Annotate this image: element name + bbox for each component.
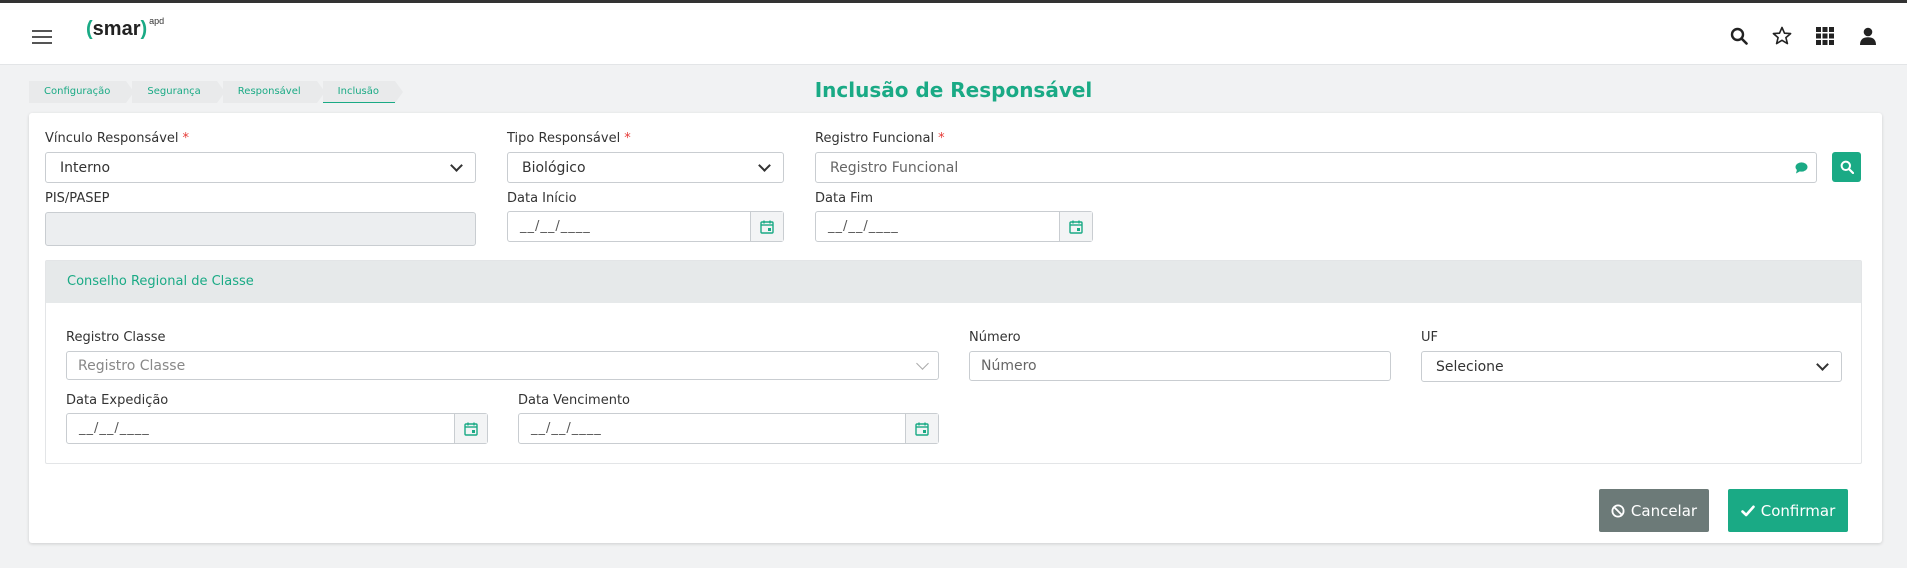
logo[interactable]: (smar) apd [86, 16, 164, 41]
registro-funcional-label: Registro Funcional * [815, 131, 945, 146]
pis-input [45, 212, 476, 246]
tipo-select[interactable]: Biológico [507, 152, 784, 183]
cancel-button[interactable]: Cancelar [1599, 489, 1709, 532]
vinculo-select[interactable]: Interno [45, 152, 476, 183]
conselho-section-title: Conselho Regional de Classe [46, 261, 1861, 303]
registro-funcional-input[interactable]: Registro Funcional [815, 152, 1817, 183]
data-vencimento-input[interactable]: __/__/____ [518, 413, 939, 444]
user-icon[interactable] [1857, 25, 1879, 47]
data-fim-input[interactable]: __/__/____ [815, 211, 1093, 242]
data-inicio-input[interactable]: __/__/____ [507, 211, 784, 242]
calendar-icon[interactable] [1059, 212, 1092, 241]
calendar-icon[interactable] [454, 414, 487, 443]
ban-icon [1611, 504, 1625, 517]
search-icon [1840, 160, 1854, 174]
calendar-icon[interactable] [750, 212, 783, 241]
menu-icon[interactable] [32, 30, 52, 44]
registro-classe-select[interactable]: Registro Classe [66, 351, 939, 380]
confirm-button-label: Confirmar [1760, 501, 1836, 520]
check-icon [1740, 504, 1755, 516]
data-fim-label: Data Fim [815, 191, 873, 206]
cancel-button-label: Cancelar [1630, 501, 1698, 520]
chat-bubble-icon [1795, 162, 1808, 178]
data-expedicao-input[interactable]: __/__/____ [66, 413, 488, 444]
top-bar: (smar) apd [0, 0, 1907, 65]
data-inicio-label: Data Início [507, 191, 577, 206]
star-icon[interactable] [1771, 25, 1793, 47]
registro-classe-label: Registro Classe [66, 330, 166, 345]
chevron-down-icon [916, 357, 929, 370]
confirm-button[interactable]: Confirmar [1728, 489, 1848, 532]
uf-label: UF [1421, 330, 1438, 345]
search-icon[interactable] [1728, 25, 1750, 47]
data-expedicao-label: Data Expedição [66, 393, 169, 408]
tipo-label: Tipo Responsável * [507, 131, 631, 146]
chevron-down-icon [1816, 358, 1829, 371]
data-vencimento-label: Data Vencimento [518, 393, 631, 408]
calendar-icon[interactable] [905, 414, 938, 443]
numero-label: Número [969, 330, 1021, 345]
uf-select[interactable]: Selecione [1421, 351, 1842, 382]
vinculo-label: Vínculo Responsável * [45, 131, 190, 146]
search-registro-button[interactable] [1832, 152, 1861, 182]
apps-grid-icon[interactable] [1814, 25, 1836, 47]
chevron-down-icon [758, 159, 771, 172]
pis-label: PIS/PASEP [45, 191, 110, 206]
page-title: Inclusão de Responsável [814, 78, 1093, 102]
chevron-down-icon [450, 159, 463, 172]
numero-input[interactable]: Número [969, 351, 1391, 381]
